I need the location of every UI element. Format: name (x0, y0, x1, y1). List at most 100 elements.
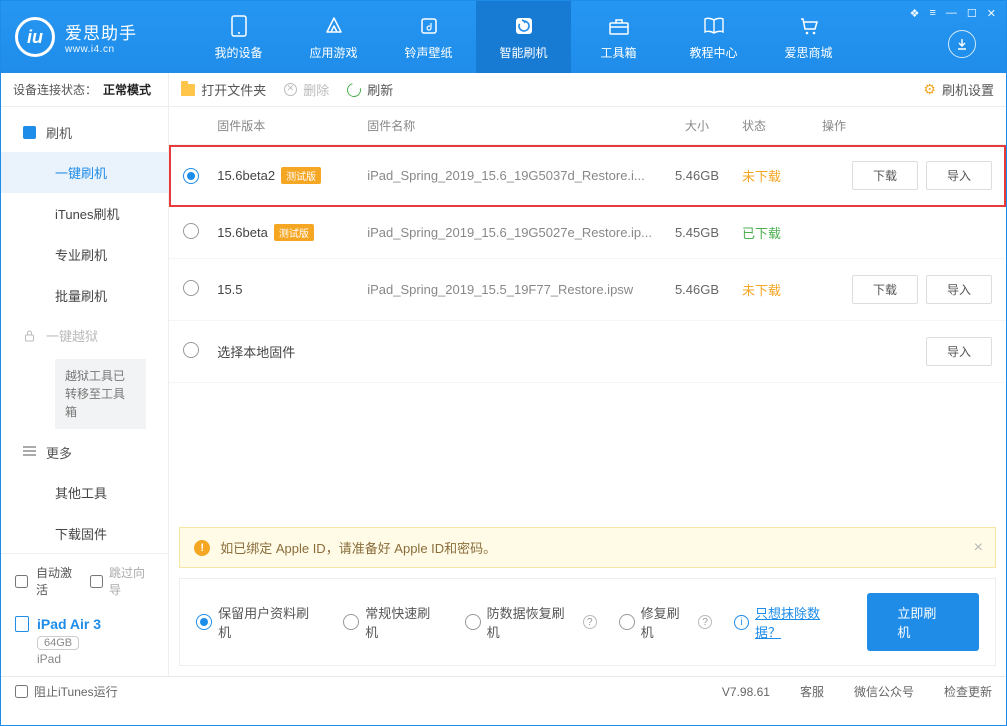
firmware-size: 5.46GB (652, 168, 742, 183)
refresh-button[interactable]: 刷新 (347, 80, 393, 99)
connection-status: 设备连接状态： 正常模式 (1, 73, 168, 107)
opt-repair[interactable]: 修复刷机 ? (619, 603, 712, 641)
help-icon[interactable]: ? (698, 615, 712, 629)
sidebar: 设备连接状态： 正常模式 刷机 一键刷机 iTunes刷机 专业刷机 批量刷机 … (1, 73, 169, 676)
flash-now-button[interactable]: 立即刷机 (867, 593, 979, 651)
check-update-link[interactable]: 检查更新 (944, 683, 992, 700)
warning-icon: ! (194, 540, 210, 556)
nav-toolbox[interactable]: 工具箱 (571, 1, 666, 73)
delete-button[interactable]: 删除 (284, 80, 329, 99)
flash-settings-button[interactable]: ⚙ 刷机设置 (923, 80, 994, 99)
close-icon[interactable]: ✕ (987, 7, 996, 20)
nav-my-device[interactable]: 我的设备 (191, 1, 286, 73)
top-nav: 我的设备 应用游戏 铃声壁纸 智能刷机 工具箱 教程中心 爱思商城 (191, 1, 900, 73)
titlebar: iu 爱思助手 www.i4.cn 我的设备 应用游戏 铃声壁纸 智能刷机 工具… (1, 1, 1006, 73)
radio-select[interactable] (183, 280, 199, 296)
download-button[interactable]: 下载 (852, 161, 918, 190)
erase-link[interactable]: i 只想抹除数据？ (734, 603, 845, 641)
firmware-version: 15.5 (217, 282, 242, 297)
toolbar: 打开文件夹 删除 刷新 ⚙ 刷机设置 (169, 73, 1006, 107)
sidebar-item-other-tools[interactable]: 其他工具 (1, 472, 168, 513)
firmware-version: 15.6beta (217, 225, 268, 240)
block-itunes[interactable]: 阻止iTunes运行 (15, 683, 118, 700)
radio-select[interactable] (183, 223, 199, 239)
opt-keep-data[interactable]: 保留用户资料刷机 (196, 603, 321, 641)
phone-icon (227, 14, 251, 38)
statusbar: 阻止iTunes运行 V7.98.61 客服 微信公众号 检查更新 (1, 676, 1006, 706)
device-info[interactable]: iPad Air 3 64GB iPad (1, 608, 168, 676)
firmware-table-header: 固件版本 固件名称 大小 状态 操作 (169, 107, 1006, 145)
beta-badge: 测试版 (281, 167, 321, 184)
open-folder-button[interactable]: 打开文件夹 (181, 80, 266, 99)
radio-icon (343, 614, 359, 630)
sidebar-group-more[interactable]: 更多 (1, 433, 168, 472)
sidebar-item-pro[interactable]: 专业刷机 (1, 234, 168, 275)
firmware-name: iPad_Spring_2019_15.6_19G5027e_Restore.i… (367, 225, 652, 240)
nav-apps[interactable]: 应用游戏 (286, 1, 381, 73)
version-label: V7.98.61 (722, 685, 770, 699)
beta-badge: 测试版 (274, 224, 314, 241)
logo-icon: iu (15, 17, 55, 57)
firmware-size: 5.45GB (652, 225, 742, 240)
firmware-row: 15.6beta2测试版 iPad_Spring_2019_15.6_19G50… (169, 145, 1006, 207)
firmware-status: 未下载 (742, 280, 822, 299)
radio-icon (619, 614, 635, 630)
window-controls-area: ❖ ≡ — ☐ ✕ (900, 1, 1006, 73)
firmware-row: 15.6beta 测试版 iPad_Spring_2019_15.6_19G502… (169, 207, 1006, 259)
app-name: 爱思助手 (65, 19, 137, 44)
music-icon (417, 14, 441, 38)
cart-icon (797, 14, 821, 38)
app-domain: www.i4.cn (65, 44, 137, 55)
refresh-icon (345, 80, 364, 99)
sidebar-item-batch[interactable]: 批量刷机 (1, 275, 168, 316)
nav-store[interactable]: 爱思商城 (761, 1, 856, 73)
import-button[interactable]: 导入 (926, 275, 992, 304)
download-indicator[interactable] (948, 30, 976, 58)
sidebar-item-oneclick[interactable]: 一键刷机 (1, 152, 168, 193)
firmware-row: 15.5 iPad_Spring_2019_15.5_19F77_Restore… (169, 259, 1006, 321)
skin-icon[interactable]: ❖ (910, 7, 920, 20)
wechat-link[interactable]: 微信公众号 (854, 683, 914, 700)
help-icon[interactable]: ? (583, 615, 597, 629)
sidebar-item-itunes[interactable]: iTunes刷机 (1, 193, 168, 234)
opt-normal[interactable]: 常规快速刷机 (343, 603, 442, 641)
nav-ringtone[interactable]: 铃声壁纸 (381, 1, 476, 73)
firmware-name: iPad_Spring_2019_15.5_19F77_Restore.ipsw (367, 282, 652, 297)
import-button[interactable]: 导入 (926, 161, 992, 190)
block-itunes-checkbox[interactable] (15, 685, 28, 698)
firmware-status: 未下载 (742, 166, 822, 185)
auto-activate-checkbox[interactable] (15, 575, 28, 588)
book-icon (702, 14, 726, 38)
sidebar-jailbreak-note: 越狱工具已转移至工具箱 (55, 359, 146, 429)
local-firmware-row: 选择本地固件 导入 (169, 321, 1006, 383)
customer-service-link[interactable]: 客服 (800, 683, 824, 700)
maximize-icon[interactable]: ☐ (967, 7, 977, 20)
auto-activate-row: 自动激活 跳过向导 (1, 554, 168, 608)
menu-icon[interactable]: ≡ (929, 7, 935, 20)
square-icon (23, 126, 36, 139)
folder-icon (181, 84, 195, 96)
nav-tutorial[interactable]: 教程中心 (666, 1, 761, 73)
sidebar-group-flash[interactable]: 刷机 (1, 113, 168, 152)
bars-icon (23, 446, 36, 459)
apple-id-alert: ! 如已绑定 Apple ID，请准备好 Apple ID和密码。 × (179, 527, 996, 568)
apps-icon (322, 14, 346, 38)
radio-icon (196, 614, 212, 630)
info-icon: i (734, 615, 749, 630)
skip-guide-checkbox[interactable] (90, 575, 103, 588)
app-logo: iu 爱思助手 www.i4.cn (1, 1, 191, 73)
main-panel: 打开文件夹 删除 刷新 ⚙ 刷机设置 固件版本 固件名称 大小 状态 操作 (169, 73, 1006, 676)
ipad-icon (15, 616, 29, 632)
minimize-icon[interactable]: — (946, 7, 957, 20)
alert-close-button[interactable]: × (974, 539, 983, 557)
radio-icon (465, 614, 481, 630)
sidebar-item-download-fw[interactable]: 下载固件 (1, 513, 168, 553)
sidebar-group-jailbreak: 一键越狱 (1, 316, 168, 355)
opt-anti-recover[interactable]: 防数据恢复刷机 ? (465, 603, 597, 641)
nav-flash[interactable]: 智能刷机 (476, 1, 571, 73)
delete-icon (284, 83, 297, 96)
radio-select[interactable] (183, 168, 199, 184)
download-button[interactable]: 下载 (852, 275, 918, 304)
import-local-button[interactable]: 导入 (926, 337, 992, 366)
radio-local[interactable] (183, 342, 199, 358)
